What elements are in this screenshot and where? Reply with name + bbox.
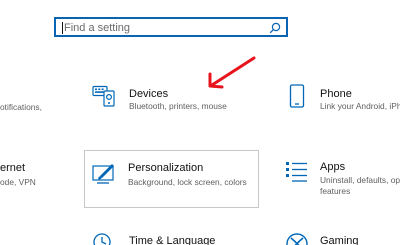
search-box[interactable]	[54, 17, 288, 37]
tile-network[interactable]: ernet ode, VPN	[0, 160, 70, 200]
text-cursor	[62, 22, 63, 34]
apps-list-icon	[286, 162, 307, 182]
tile-devices-description: Bluetooth, printers, mouse	[129, 101, 227, 111]
tile-phone-title: Phone	[320, 88, 352, 100]
tile-time-language[interactable]: Time & Language	[85, 230, 260, 245]
tile-apps-title: Apps	[320, 161, 346, 173]
tile-system-description: otifications,	[0, 102, 42, 112]
keyboard-printer-icon	[92, 85, 115, 107]
search-icon[interactable]	[269, 22, 281, 34]
xbox-icon	[286, 233, 308, 245]
tile-apps-description-line1: Uninstall, defaults, op	[320, 175, 400, 185]
tile-network-description: ode, VPN	[0, 177, 36, 187]
tile-personalization[interactable]: Personalization Background, lock screen,…	[84, 150, 259, 208]
tile-gaming-title: Gaming	[320, 235, 359, 245]
tile-network-title: ernet	[0, 162, 26, 174]
tile-time-language-title: Time & Language	[129, 235, 216, 245]
tile-apps[interactable]: Apps Uninstall, defaults, op features	[278, 157, 400, 205]
red-arrow-icon	[208, 56, 256, 89]
paintbrush-screen-icon	[92, 164, 114, 184]
tile-phone-description: Link your Android, iPh	[320, 101, 400, 111]
clock-language-icon	[93, 233, 111, 245]
tile-gaming[interactable]: Gaming	[278, 230, 400, 245]
tile-personalization-title: Personalization	[128, 162, 204, 174]
tile-system[interactable]: otifications,	[0, 85, 70, 125]
phone-icon	[289, 84, 305, 108]
tile-devices-title: Devices	[129, 88, 169, 100]
tile-personalization-description: Background, lock screen, colors	[128, 177, 247, 187]
search-input[interactable]	[64, 20, 264, 36]
tile-phone[interactable]: Phone Link your Android, iPh	[278, 82, 400, 122]
tile-apps-description-line2: features	[320, 186, 351, 196]
